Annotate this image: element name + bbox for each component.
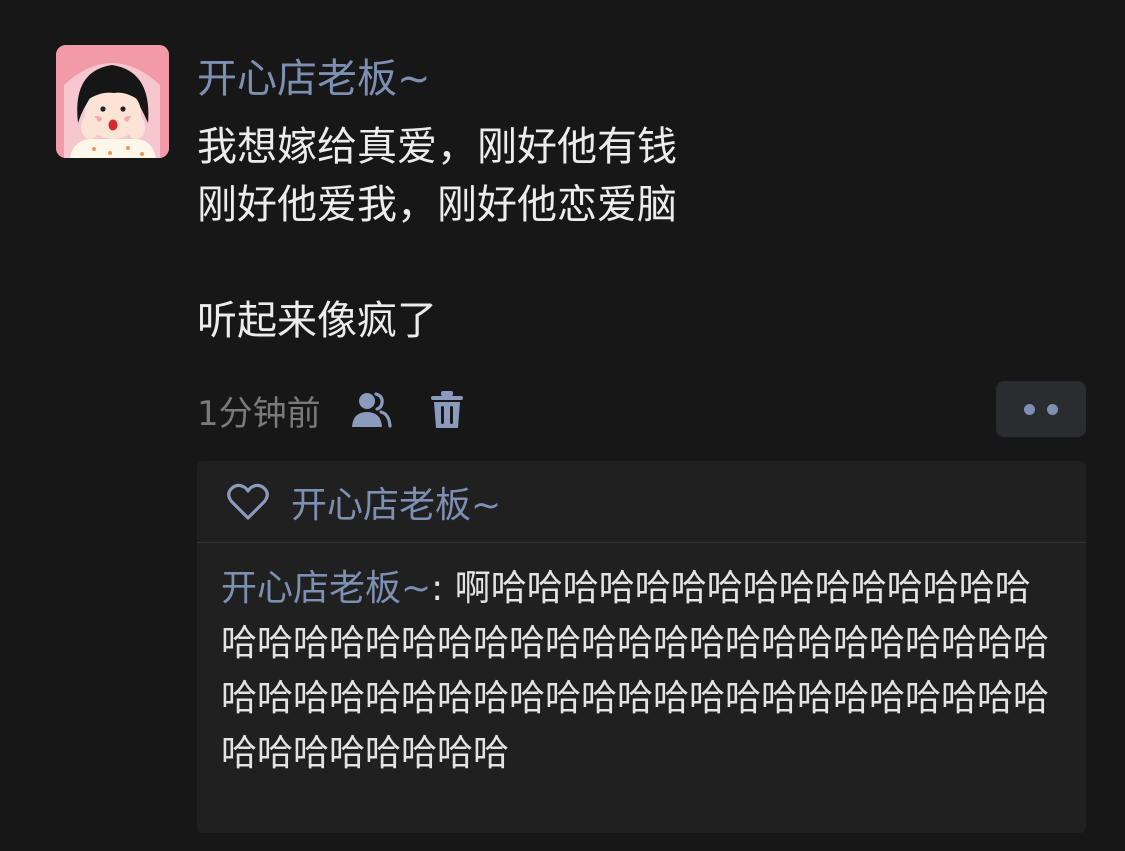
avatar[interactable] xyxy=(56,45,169,158)
avatar-cartoon-girl xyxy=(56,45,169,158)
post-timestamp: 1分钟前 xyxy=(197,393,321,434)
post-line: 听起来像疯了 xyxy=(197,298,437,344)
post-author-name[interactable]: 开心店老板~ xyxy=(197,52,431,106)
more-options-button[interactable] xyxy=(996,381,1086,437)
person-icon[interactable] xyxy=(349,388,393,432)
comment-separator: : xyxy=(431,568,455,609)
post-line: 刚好他爱我，刚好他恋爱脑 xyxy=(197,182,677,228)
comment-item[interactable]: 开心店老板~: 啊哈哈哈哈哈哈哈哈哈哈哈哈哈哈哈哈哈哈哈哈哈哈哈哈哈哈哈哈哈哈哈… xyxy=(221,561,1061,781)
interaction-panel: 开心店老板~ 开心店老板~: 啊哈哈哈哈哈哈哈哈哈哈哈哈哈哈哈哈哈哈哈哈哈哈哈哈… xyxy=(197,461,1086,833)
post-meta: 1分钟前 xyxy=(197,386,469,434)
post-content: 我想嫁给真爱，刚好他有钱 刚好他爱我，刚好他恋爱脑 听起来像疯了 xyxy=(197,118,677,350)
more-dots-icon xyxy=(1047,403,1058,415)
liker-name[interactable]: 开心店老板~ xyxy=(291,476,501,528)
likes-row: 开心店老板~ xyxy=(197,461,1086,543)
comment-author[interactable]: 开心店老板~ xyxy=(221,568,431,609)
trash-icon[interactable] xyxy=(425,388,469,432)
heart-outline-icon xyxy=(225,479,271,525)
more-dots-icon xyxy=(1024,403,1035,415)
post-line: 我想嫁给真爱，刚好他有钱 xyxy=(197,124,677,170)
